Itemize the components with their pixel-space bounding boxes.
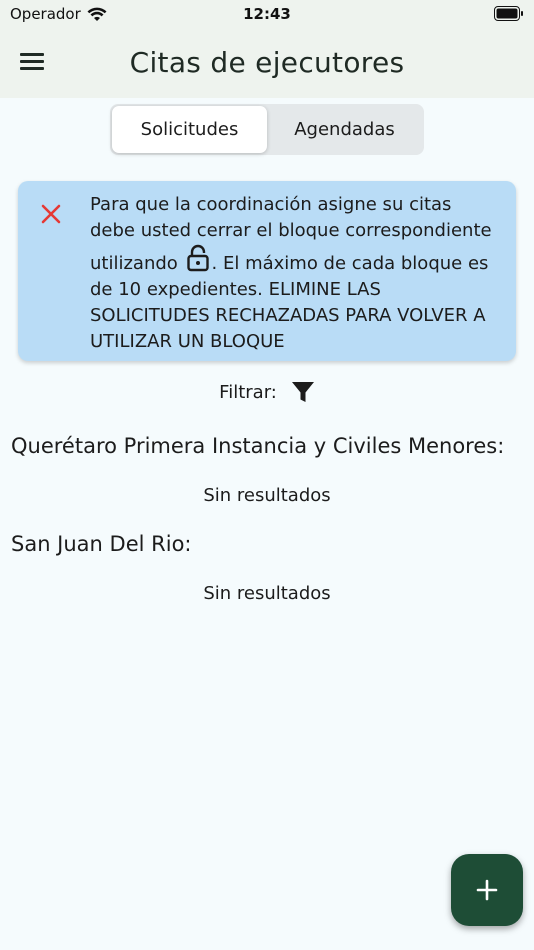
segmented-control: Solicitudes Agendadas bbox=[110, 104, 424, 155]
filter-icon[interactable] bbox=[291, 380, 315, 404]
empty-results-san-juan: Sin resultados bbox=[203, 583, 331, 604]
lock-open-icon bbox=[186, 244, 209, 272]
close-icon[interactable] bbox=[40, 203, 62, 225]
status-time: 12:43 bbox=[243, 5, 291, 23]
tab-agendadas[interactable]: Agendadas bbox=[267, 106, 422, 153]
add-button[interactable] bbox=[451, 854, 523, 926]
empty-results-queretaro: Sin resultados bbox=[203, 485, 331, 506]
status-bar: Operador 12:43 bbox=[0, 0, 534, 28]
alert-message: Para que la coordinación asigne su citas… bbox=[90, 192, 502, 355]
page-title: Citas de ejecutores bbox=[129, 46, 405, 79]
section-title-san-juan: San Juan Del Rio: bbox=[11, 532, 192, 556]
app-bar: Citas de ejecutores bbox=[0, 28, 534, 98]
info-alert: Para que la coordinación asigne su citas… bbox=[18, 181, 516, 361]
section-title-queretaro: Querétaro Primera Instancia y Civiles Me… bbox=[11, 434, 505, 458]
plus-icon bbox=[476, 879, 498, 901]
filter-label: Filtrar: bbox=[219, 381, 277, 403]
filter-row: Filtrar: bbox=[0, 380, 534, 404]
tab-solicitudes[interactable]: Solicitudes bbox=[112, 106, 267, 153]
battery-icon bbox=[494, 6, 523, 21]
